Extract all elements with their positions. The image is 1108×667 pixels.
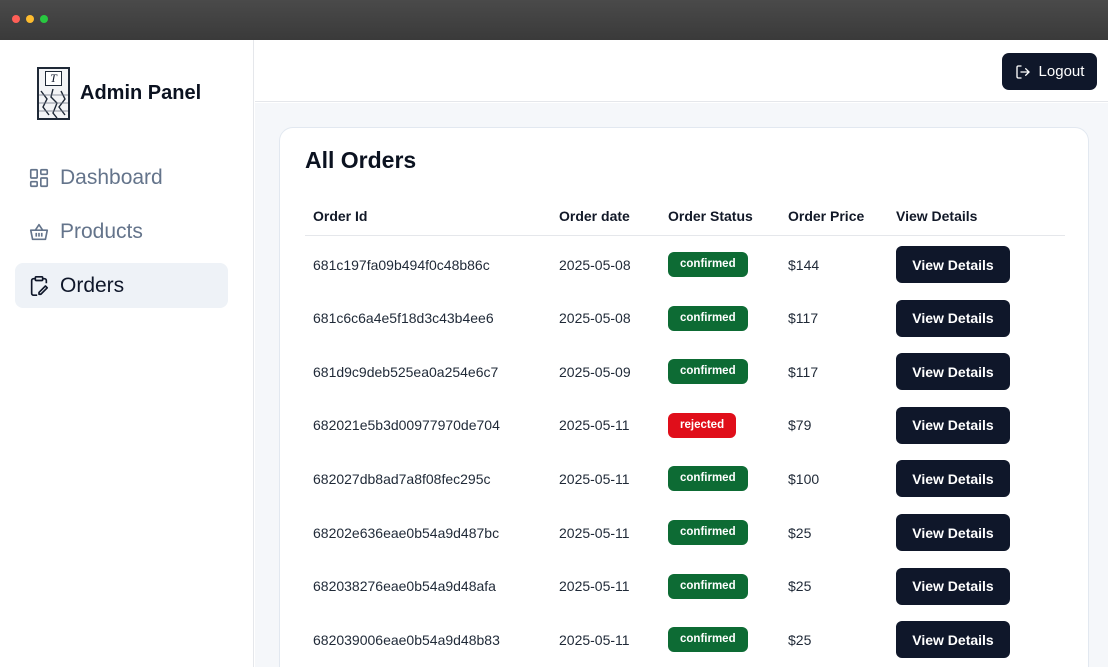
order-price-cell: $79 — [788, 417, 812, 434]
view-details-button[interactable]: View Details — [896, 621, 1010, 659]
order-date-cell: 2025-05-11 — [559, 631, 630, 648]
table-row: 681c6c6a4e5f18d3c43b4ee6 2025-05-08 confir… — [305, 292, 1065, 345]
order-price-cell: $100 — [788, 470, 820, 487]
column-header-order-id: Order Id — [313, 208, 368, 224]
view-details-cell: View Details — [896, 399, 1010, 452]
order-status-cell: confirmed — [668, 345, 748, 398]
order-status-cell: confirmed — [668, 506, 748, 559]
sidebar-item-label: Orders — [60, 273, 125, 297]
brand-title: Admin Panel — [80, 82, 202, 104]
order-status-cell: rejected — [668, 399, 737, 452]
order-id-cell: 681c197fa09b494f0c48b86c — [313, 256, 490, 273]
brand[interactable]: T Admin Panel — [37, 67, 201, 120]
order-date-cell: 2025-05-11 — [559, 470, 630, 487]
view-details-button[interactable]: View Details — [896, 460, 1010, 498]
order-price-cell: $117 — [788, 310, 819, 327]
view-details-button[interactable]: View Details — [896, 299, 1010, 337]
order-id-cell: 682027db8ad7a8f08fec295c — [313, 470, 491, 487]
clipboard-edit-icon — [28, 275, 50, 297]
logo-letter: T — [45, 71, 62, 86]
orders-card: All Orders Order Id Order date Order Sta… — [279, 127, 1089, 667]
order-id-cell: 682039006eae0b54a9d48b83 — [313, 631, 500, 648]
view-details-cell: View Details — [896, 452, 1010, 505]
sidebar-item-orders[interactable]: Orders — [15, 263, 228, 308]
view-details-cell: View Details — [896, 506, 1010, 559]
view-details-cell: View Details — [896, 292, 1010, 345]
column-header-view-details: View Details — [896, 208, 978, 224]
logout-button[interactable]: Logout — [1002, 53, 1097, 90]
logout-label: Logout — [1038, 63, 1085, 80]
top-header: Logout — [255, 40, 1108, 102]
order-id-cell: 681d9c9deb525ea0a254e6c7 — [313, 363, 499, 380]
dashboard-grid-icon — [28, 167, 50, 189]
column-header-order-status: Order Status — [668, 208, 753, 224]
column-header-order-price: Order Price — [788, 208, 865, 224]
table-row: 682021e5b3d00977970de704 2025-05-11 reject… — [305, 399, 1065, 452]
view-details-button[interactable]: View Details — [896, 406, 1010, 444]
order-id-cell: 682021e5b3d00977970de704 — [313, 417, 500, 434]
logo-icon: T — [37, 67, 70, 120]
status-badge: confirmed — [668, 520, 748, 545]
order-date-cell: 2025-05-11 — [559, 417, 630, 434]
table-row: 682039006eae0b54a9d48b83 2025-05-11 confir… — [305, 613, 1065, 666]
order-price-cell: $25 — [788, 524, 812, 541]
order-status-cell: confirmed — [668, 292, 748, 345]
table-row: 682038276eae0b54a9d48afa 2025-05-11 confir… — [305, 560, 1065, 613]
order-price-cell: $25 — [788, 578, 812, 595]
status-badge: confirmed — [668, 573, 748, 599]
status-badge: confirmed — [668, 252, 748, 277]
view-details-button[interactable]: View Details — [896, 353, 1010, 391]
view-details-button[interactable]: View Details — [896, 246, 1010, 283]
close-window-button[interactable] — [12, 15, 20, 23]
order-id-cell: 681c6c6a4e5f18d3c43b4ee6 — [313, 310, 494, 327]
window-titlebar — [0, 0, 1108, 40]
sidebar: T Admin Panel Dashboard Products Orders — [0, 40, 254, 667]
order-date-cell: 2025-05-08 — [559, 256, 631, 273]
table-row: 682027db8ad7a8f08fec295c 2025-05-11 confir… — [305, 452, 1065, 505]
order-date-cell: 2025-05-09 — [559, 363, 631, 380]
order-date-cell: 2025-05-11 — [559, 578, 630, 595]
main-content: All Orders Order Id Order date Order Sta… — [255, 103, 1108, 667]
status-badge: confirmed — [668, 466, 748, 492]
order-id-cell: 682038276eae0b54a9d48afa — [313, 578, 496, 595]
view-details-button[interactable]: View Details — [896, 567, 1010, 605]
view-details-button[interactable]: View Details — [896, 514, 1010, 551]
order-status-cell: confirmed — [668, 452, 748, 505]
order-status-cell: confirmed — [668, 613, 748, 666]
sidebar-item-products[interactable]: Products — [15, 209, 228, 254]
minimize-window-button[interactable] — [26, 15, 34, 23]
order-price-cell: $25 — [788, 631, 812, 648]
sidebar-item-label: Products — [60, 219, 143, 243]
view-details-cell: View Details — [896, 238, 1010, 291]
order-price-cell: $144 — [788, 256, 820, 273]
order-id-cell: 68202e636eae0b54a9d487bc — [313, 524, 500, 541]
view-details-cell: View Details — [896, 345, 1010, 398]
status-badge: confirmed — [668, 305, 748, 331]
status-badge: rejected — [668, 412, 737, 438]
order-price-cell: $117 — [788, 363, 819, 380]
order-date-cell: 2025-05-11 — [559, 524, 630, 541]
basket-icon — [28, 221, 50, 243]
view-details-cell: View Details — [896, 560, 1010, 613]
sidebar-item-dashboard[interactable]: Dashboard — [15, 155, 228, 200]
table-row: 68202e636eae0b54a9d487bc 2025-05-11 confir… — [305, 506, 1065, 559]
sidebar-item-label: Dashboard — [60, 165, 163, 189]
column-header-order-date: Order date — [559, 208, 630, 224]
order-status-cell: confirmed — [668, 238, 748, 291]
order-status-cell: confirmed — [668, 560, 748, 613]
table-row: 681d9c9deb525ea0a254e6c7 2025-05-09 confir… — [305, 345, 1065, 398]
status-badge: confirmed — [668, 627, 748, 653]
order-date-cell: 2025-05-08 — [559, 310, 631, 327]
page-title: All Orders — [305, 147, 417, 173]
maximize-window-button[interactable] — [40, 15, 48, 23]
status-badge: confirmed — [668, 359, 748, 385]
table-row: 681c197fa09b494f0c48b86c 2025-05-08 confir… — [305, 238, 1065, 291]
view-details-cell: View Details — [896, 613, 1010, 666]
table-header: Order Id Order date Order Status Order P… — [305, 198, 1065, 236]
logout-icon — [1015, 64, 1031, 80]
